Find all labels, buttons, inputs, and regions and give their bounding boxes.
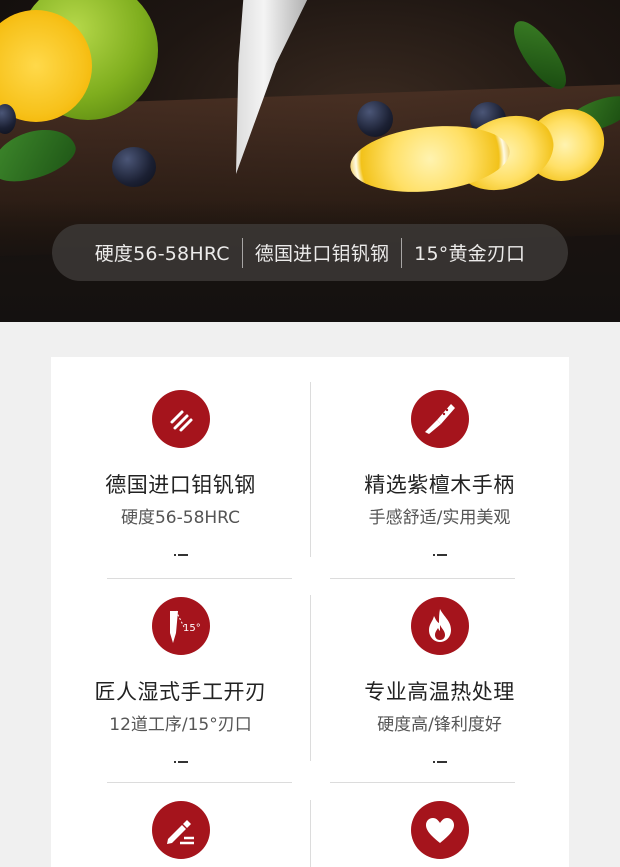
dash-mark bbox=[432, 757, 447, 765]
knife-icon bbox=[410, 390, 469, 448]
blueberry bbox=[112, 147, 156, 187]
feature-item-5 bbox=[51, 801, 310, 859]
feature-subtitle: 手感舒适/实用美观 bbox=[368, 508, 511, 528]
row-divider bbox=[107, 578, 292, 579]
spec-edge: 15°黄金刃口 bbox=[414, 243, 526, 265]
pencil-edit-icon bbox=[151, 801, 210, 859]
leaf bbox=[504, 13, 576, 97]
flame-icon bbox=[410, 597, 469, 655]
feature-sharpening: 15° 匠人湿式手工开刃 12道工序/15°刃口 bbox=[51, 597, 310, 765]
diagonal-lines-icon bbox=[151, 390, 210, 448]
feature-title: 精选紫檀木手柄 bbox=[364, 473, 515, 497]
row-divider bbox=[330, 578, 515, 579]
feature-subtitle: 硬度高/锋利度好 bbox=[377, 715, 502, 735]
spec-steel: 德国进口钼钒钢 bbox=[254, 243, 390, 265]
feature-title: 专业高温热处理 bbox=[364, 680, 515, 704]
feature-title: 匠人湿式手工开刃 bbox=[94, 680, 267, 704]
feature-title: 德国进口钼钒钢 bbox=[105, 473, 256, 497]
feature-item-6 bbox=[310, 801, 569, 859]
hero-photo: 硬度56-58HRC 德国进口钼钒钢 15°黄金刃口 bbox=[0, 0, 620, 322]
feature-subtitle: 硬度56-58HRC bbox=[120, 508, 241, 528]
dash-mark bbox=[432, 550, 447, 558]
spec-bar: 硬度56-58HRC 德国进口钼钒钢 15°黄金刃口 bbox=[52, 224, 568, 281]
row-divider bbox=[330, 782, 515, 783]
dash-mark bbox=[173, 550, 188, 558]
blade-angle-label: 15° bbox=[183, 623, 201, 634]
row-divider bbox=[107, 782, 292, 783]
feature-heat-treatment: 专业高温热处理 硬度高/锋利度好 bbox=[310, 597, 569, 765]
feature-card: 德国进口钼钒钢 硬度56-58HRC 精选紫檀木手柄 手感舒适/实用美观 15°… bbox=[51, 357, 569, 867]
feature-subtitle: 12道工序/15°刃口 bbox=[109, 715, 252, 735]
feature-handle: 精选紫檀木手柄 手感舒适/实用美观 bbox=[310, 390, 569, 558]
spec-hardness: 硬度56-58HRC bbox=[94, 243, 230, 265]
blueberry bbox=[357, 101, 393, 137]
blade-angle-icon: 15° bbox=[151, 597, 210, 655]
feature-steel: 德国进口钼钒钢 硬度56-58HRC bbox=[51, 390, 310, 558]
heart-icon bbox=[410, 801, 469, 859]
dash-mark bbox=[173, 757, 188, 765]
